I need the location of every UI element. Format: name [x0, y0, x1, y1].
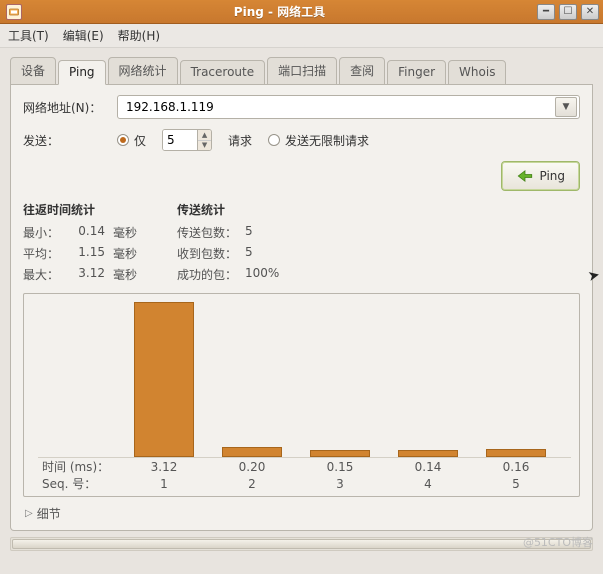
ping-panel: 网络地址(N)： ▼ 发送： 仅 ▲ ▼ 请求 — [10, 85, 593, 531]
tab-ping[interactable]: Ping — [58, 60, 106, 85]
chart-bar — [486, 449, 546, 457]
tx-sent-value: 5 — [245, 224, 253, 241]
scrollbar-thumb[interactable] — [12, 539, 591, 549]
rtt-min-label: 最小： — [23, 224, 65, 241]
tab-devices[interactable]: 设备 — [10, 57, 56, 85]
chart-category: 5 — [486, 477, 546, 491]
chart-bar — [310, 450, 370, 457]
tab-portscan[interactable]: 端口扫描 — [267, 57, 337, 85]
chart-time-axis-label: 时间 (ms)： — [38, 458, 130, 475]
spinner-down-button[interactable]: ▼ — [198, 141, 211, 151]
address-label: 网络地址(N)： — [23, 99, 109, 116]
send-label: 发送： — [23, 132, 109, 149]
tab-netstat[interactable]: 网络统计 — [108, 57, 178, 85]
menu-bar: 工具(T) 编辑(E) 帮助(H) — [0, 24, 603, 48]
chevron-down-icon: ▼ — [563, 102, 570, 112]
rtt-unit: 毫秒 — [113, 245, 137, 262]
rtt-header: 往返时间统计 — [23, 201, 137, 218]
ping-chart: 时间 (ms)： 3.12 0.20 0.15 0.14 0.16 Seq. 号… — [23, 293, 580, 497]
stats-section: 往返时间统计 最小：0.14 毫秒 平均：1.15 毫秒 最大：3.12 毫秒 传送统… — [23, 201, 580, 285]
window-title: Ping - 网络工具 — [28, 3, 531, 20]
ping-button[interactable]: Ping — [501, 161, 580, 191]
rtt-avg-label: 平均： — [23, 245, 65, 262]
details-expander[interactable]: ▷ 细节 — [23, 503, 580, 522]
menu-help[interactable]: 帮助(H) — [118, 27, 160, 44]
radio-unlimited-label: 发送无限制请求 — [285, 132, 369, 149]
tx-succ-label: 成功的包： — [177, 266, 241, 283]
tab-finger[interactable]: Finger — [387, 60, 446, 85]
rtt-max-value: 3.12 — [69, 266, 105, 283]
rtt-avg-value: 1.15 — [69, 245, 105, 262]
spinner-up-button[interactable]: ▲ — [198, 130, 211, 141]
chart-category: 2 — [222, 477, 282, 491]
tx-sent-label: 传送包数： — [177, 224, 241, 241]
chart-category: 4 — [398, 477, 458, 491]
window-maximize-button[interactable]: ☐ — [559, 4, 577, 20]
request-count-spinner[interactable]: ▲ ▼ — [162, 129, 212, 151]
rtt-min-value: 0.14 — [69, 224, 105, 241]
details-label: 细节 — [37, 505, 61, 522]
tx-succ-value: 100% — [245, 266, 279, 283]
chart-value: 0.16 — [486, 460, 546, 474]
horizontal-scrollbar[interactable] — [10, 537, 593, 551]
tab-lookup[interactable]: 查阅 — [339, 57, 385, 85]
send-mode-group: 仅 ▲ ▼ 请求 发送无限制请求 — [117, 129, 369, 151]
request-count-input[interactable] — [163, 130, 197, 150]
chart-value: 0.14 — [398, 460, 458, 474]
triangle-right-icon: ▷ — [25, 508, 33, 519]
tab-strip: 设备 Ping 网络统计 Traceroute 端口扫描 查阅 Finger W… — [10, 56, 593, 85]
title-bar: Ping - 网络工具 ━ ☐ ✕ — [0, 0, 603, 24]
app-icon — [6, 4, 22, 20]
chart-bar — [222, 447, 282, 457]
address-input[interactable] — [124, 97, 555, 117]
address-combo[interactable]: ▼ — [117, 95, 580, 119]
tx-stats: 传送统计 传送包数：5 收到包数：5 成功的包：100% — [177, 201, 279, 285]
chart-category: 3 — [310, 477, 370, 491]
arrow-left-icon — [516, 168, 534, 184]
ping-button-label: Ping — [539, 169, 565, 183]
radio-dot-icon — [268, 134, 280, 146]
chart-bar — [398, 450, 458, 457]
window-close-button[interactable]: ✕ — [581, 4, 599, 20]
radio-dot-icon — [117, 134, 129, 146]
tab-traceroute[interactable]: Traceroute — [180, 60, 266, 85]
address-dropdown-button[interactable]: ▼ — [555, 97, 577, 117]
requests-suffix: 请求 — [228, 132, 252, 149]
menu-edit[interactable]: 编辑(E) — [63, 27, 104, 44]
chart-seq-axis-label: Seq. 号： — [38, 475, 130, 492]
rtt-unit: 毫秒 — [113, 266, 137, 283]
radio-only-label: 仅 — [134, 132, 146, 149]
chart-bars — [38, 302, 571, 457]
tx-recv-label: 收到包数： — [177, 245, 241, 262]
chart-value: 3.12 — [134, 460, 194, 474]
chart-value: 0.15 — [310, 460, 370, 474]
tx-header: 传送统计 — [177, 201, 279, 218]
rtt-unit: 毫秒 — [113, 224, 137, 241]
window-minimize-button[interactable]: ━ — [537, 4, 555, 20]
chart-value: 0.20 — [222, 460, 282, 474]
menu-tool[interactable]: 工具(T) — [8, 27, 49, 44]
radio-only-n[interactable]: 仅 — [117, 132, 146, 149]
tx-recv-value: 5 — [245, 245, 253, 262]
chart-category: 1 — [134, 477, 194, 491]
chart-bar — [134, 302, 194, 457]
radio-unlimited[interactable]: 发送无限制请求 — [268, 132, 369, 149]
rtt-stats: 往返时间统计 最小：0.14 毫秒 平均：1.15 毫秒 最大：3.12 毫秒 — [23, 201, 137, 285]
rtt-max-label: 最大： — [23, 266, 65, 283]
tab-whois[interactable]: Whois — [448, 60, 506, 85]
